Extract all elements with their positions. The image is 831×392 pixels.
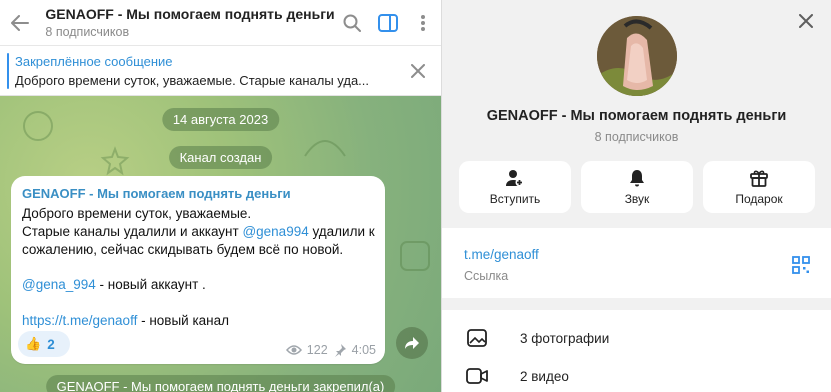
message-line: @gena_994 - новый аккаунт . — [22, 277, 206, 292]
media-photos-label: 3 фотографии — [520, 330, 610, 346]
search-icon[interactable] — [335, 0, 370, 46]
avatar-image — [597, 16, 677, 96]
profile-actions: Вступить Звук Подарок — [459, 161, 815, 213]
back-arrow-icon[interactable] — [0, 0, 39, 46]
profile-pane: GENAOFF - Мы помогаем поднять деньги 8 п… — [442, 0, 831, 392]
message-line: Доброго времени суток, уважаемые. — [22, 206, 252, 221]
video-icon — [442, 368, 512, 384]
date-separator: 14 августа 2023 — [161, 108, 280, 131]
channel-link[interactable]: t.me/genaoff — [464, 247, 539, 262]
reaction-chip[interactable]: 👍 2 — [18, 331, 70, 357]
message-text: Старые каналы удалили и аккаунт — [22, 224, 243, 239]
media-videos-label: 2 видео — [520, 368, 569, 384]
channel-created-notice: Канал создан — [168, 146, 273, 169]
doodle-icon — [400, 241, 430, 271]
qr-code-icon[interactable] — [792, 256, 810, 274]
channel-link-label: Ссылка — [464, 269, 509, 283]
section-separator — [442, 298, 831, 310]
gift-icon — [750, 170, 768, 187]
media-photos-row[interactable]: 3 фотографии — [442, 319, 831, 357]
message-text: удалили к — [308, 224, 375, 239]
message-text: - новый аккаунт . — [95, 277, 206, 292]
view-count: 122 — [306, 343, 328, 357]
message-text: - новый канал — [137, 313, 230, 328]
media-videos-row[interactable]: 2 видео — [442, 357, 831, 392]
message-line: https://t.me/genaoff - новый канал — [22, 313, 229, 328]
more-vertical-icon[interactable] — [406, 0, 441, 46]
gift-label: Подарок — [735, 191, 783, 206]
join-button[interactable]: Вступить — [459, 161, 571, 213]
profile-subscriber-count: 8 подписчиков — [594, 130, 679, 144]
person-add-icon — [506, 169, 524, 186]
doodle-icon — [304, 140, 346, 157]
photo-icon — [442, 329, 512, 347]
message-author[interactable]: GENAOFF - Мы помогаем поднять деньги — [22, 186, 291, 201]
message-bubble[interactable]: GENAOFF - Мы помогаем поднять деньги Доб… — [11, 176, 385, 364]
mention-link[interactable]: @gena994 — [242, 224, 308, 239]
pin-icon — [334, 344, 346, 357]
doodle-icon — [23, 111, 53, 141]
doodle-icon — [100, 146, 130, 176]
avatar[interactable] — [597, 16, 677, 96]
mention-link[interactable]: @gena_994 — [22, 277, 96, 292]
chat-pane: GENAOFF - Мы помогаем поднять деньги 8 п… — [0, 0, 441, 392]
chat-title: GENAOFF - Мы помогаем поднять деньги — [45, 6, 335, 22]
pinned-indicator — [7, 53, 9, 89]
reaction-count: 2 — [47, 336, 55, 352]
close-icon[interactable] — [407, 60, 429, 82]
close-icon[interactable] — [795, 10, 817, 32]
chat-header: GENAOFF - Мы помогаем поднять деньги 8 п… — [0, 0, 441, 46]
message-time: 4:05 — [351, 343, 376, 357]
message-meta: 122 4:05 — [285, 343, 376, 357]
eye-icon — [285, 345, 302, 355]
pinned-message-bar[interactable]: Закреплённое сообщение Доброго времени с… — [0, 46, 441, 96]
profile-title: GENAOFF - Мы помогаем поднять деньги — [486, 108, 787, 124]
thumbs-up-emoji: 👍 — [25, 336, 42, 351]
forward-icon[interactable] — [396, 327, 428, 359]
sound-label: Звук — [624, 191, 650, 206]
message-line: Старые каналы удалили и аккаунт @gena994… — [22, 224, 375, 239]
url-link[interactable]: https://t.me/genaoff — [22, 313, 137, 328]
join-label: Вступить — [489, 191, 541, 206]
chat-subscriber-count: 8 подписчиков — [45, 25, 130, 39]
gift-button[interactable]: Подарок — [703, 161, 815, 213]
chat-title-block[interactable]: GENAOFF - Мы помогаем поднять деньги 8 п… — [39, 6, 334, 39]
pinned-text: Доброго времени суток, уважаемые. Старые… — [15, 73, 370, 88]
sound-button[interactable]: Звук — [581, 161, 693, 213]
sidebar-toggle-icon[interactable] — [370, 0, 405, 46]
pinned-notice: GENAOFF - Мы помогаем поднять деньги зак… — [45, 375, 396, 392]
bell-icon — [630, 169, 644, 186]
message-line: сожалению, сейчас скидывать будем всё по… — [22, 242, 344, 257]
pinned-title: Закреплённое сообщение — [15, 54, 173, 69]
